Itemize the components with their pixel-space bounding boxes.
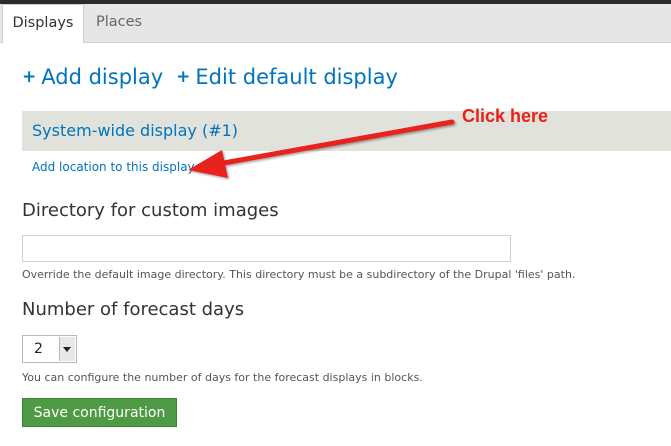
plus-icon: + xyxy=(176,66,191,87)
forecast-days-label: Number of forecast days xyxy=(22,299,245,320)
plus-icon: + xyxy=(22,66,37,87)
add-display-link[interactable]: + Add display xyxy=(22,65,163,89)
tab-places[interactable]: Places xyxy=(86,4,156,42)
tab-bar: Displays Places xyxy=(0,4,671,43)
edit-default-display-link[interactable]: + Edit default display xyxy=(176,65,398,89)
page: Displays Places + Add display + Edit def… xyxy=(0,0,671,446)
add-location-link[interactable]: Add location to this display xyxy=(32,160,195,174)
directory-input[interactable] xyxy=(22,235,511,262)
chevron-down-icon[interactable] xyxy=(59,337,75,361)
tab-displays[interactable]: Displays xyxy=(2,4,84,43)
click-here-annotation: Click here xyxy=(462,106,549,126)
action-links: + Add display + Edit default display xyxy=(22,62,411,92)
display-section-header: System-wide display (#1) xyxy=(22,111,671,151)
forecast-days-description: You can configure the number of days for… xyxy=(22,371,423,384)
directory-label: Directory for custom images xyxy=(22,200,279,221)
forecast-days-value: 2 xyxy=(34,341,43,357)
directory-description: Override the default image directory. Th… xyxy=(22,268,576,281)
system-wide-display-link[interactable]: System-wide display (#1) xyxy=(32,111,238,151)
add-display-label: Add display xyxy=(41,65,164,89)
edit-default-display-label: Edit default display xyxy=(195,65,398,89)
forecast-days-select[interactable]: 2 xyxy=(22,335,77,363)
save-configuration-button[interactable]: Save configuration xyxy=(22,398,177,427)
